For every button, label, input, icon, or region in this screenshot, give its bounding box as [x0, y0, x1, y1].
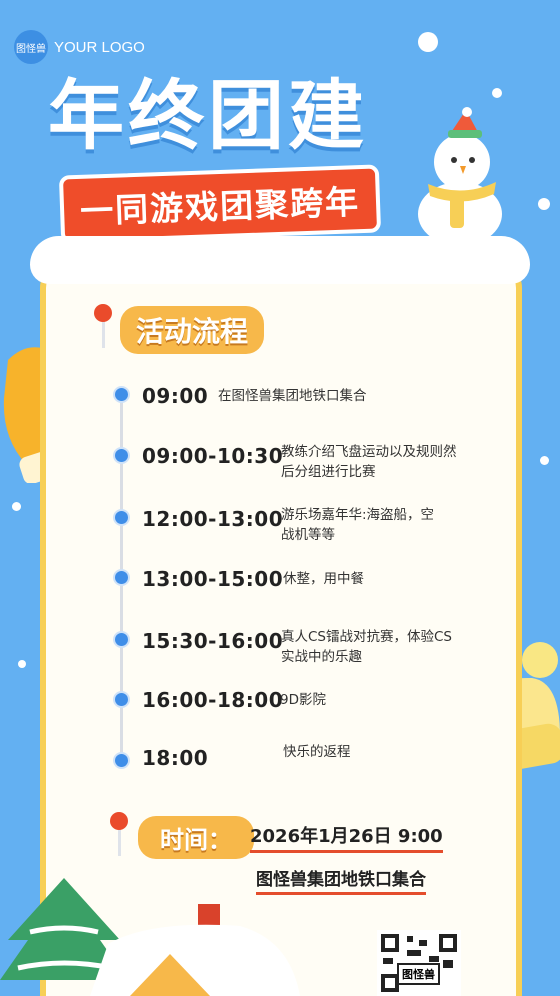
timeline-desc: 真人CS镭战对抗赛，体验CS实战中的乐趣: [281, 629, 452, 665]
timeline-time: 09:00: [142, 384, 209, 408]
section-title-time: 时间：: [138, 816, 254, 859]
snow-dot: [12, 502, 21, 511]
snow-dot: [538, 198, 550, 210]
timeline-desc: 教练介绍飞盘运动以及规则然后分组进行比赛: [281, 444, 457, 480]
qr-label: 图怪兽: [397, 963, 440, 985]
brand-logo: 图怪兽 YOUR LOGO: [14, 30, 145, 64]
poster: 图怪兽 YOUR LOGO 年终团建 一同游戏团聚跨年 活动流程 09:00 在…: [0, 0, 560, 996]
snow-dot: [418, 32, 438, 52]
timeline-time: 15:30-16:00: [142, 629, 284, 653]
logo-badge: 图怪兽: [14, 30, 48, 64]
timeline-dot: [113, 447, 130, 464]
timeline-desc: 休整，用中餐: [283, 571, 364, 587]
timeline-dot: [113, 509, 130, 526]
timeline-time: 13:00-15:00: [142, 567, 284, 591]
location-pin-icon: [110, 812, 128, 830]
timeline-time: 12:00-13:00: [142, 507, 284, 531]
event-date: 2026年1月26日 9:00: [250, 822, 443, 853]
timeline-desc: 游乐场嘉年华:海盗船，空战机等等: [281, 507, 435, 543]
snow-dot: [540, 456, 549, 465]
timeline-desc: 9D影院: [280, 692, 326, 708]
snow-dot: [492, 88, 502, 98]
tree-house-icon: [0, 878, 300, 996]
snowman-icon: [418, 107, 502, 244]
logo-text: YOUR LOGO: [54, 38, 145, 56]
location-pin-icon: [94, 304, 112, 322]
page-subtitle: 一同游戏团聚跨年: [58, 164, 382, 244]
snow-cap: [30, 236, 530, 284]
section-title-schedule: 活动流程: [120, 306, 265, 354]
timeline-time: 18:00: [142, 746, 209, 770]
timeline-desc: 在图怪兽集团地铁口集合: [218, 388, 367, 404]
page-title: 年终团建: [48, 71, 368, 160]
pin-stem: [118, 826, 121, 856]
timeline-dot: [113, 386, 130, 403]
timeline-dot: [113, 631, 130, 648]
timeline-dot: [113, 569, 130, 586]
timeline-time: 16:00-18:00: [142, 688, 284, 712]
timeline-dot: [113, 691, 130, 708]
timeline-desc: 快乐的返程: [283, 744, 351, 760]
timeline-dot: [113, 752, 130, 769]
pin-stem: [102, 318, 105, 348]
timeline-time: 09:00-10:30: [142, 444, 284, 468]
snow-dot: [18, 660, 26, 668]
